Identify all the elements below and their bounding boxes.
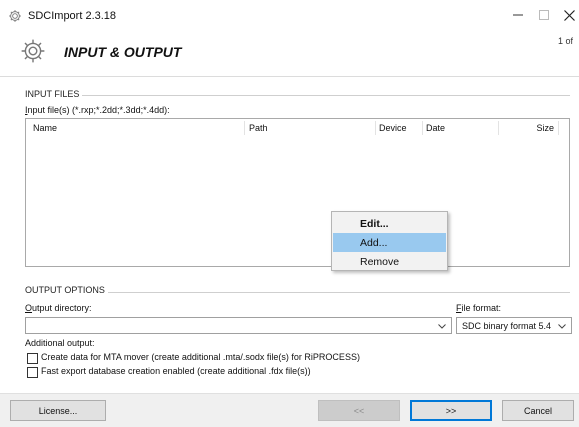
back-button[interactable]: << bbox=[318, 400, 400, 421]
chevron-down-icon bbox=[558, 324, 566, 329]
column-header-path[interactable]: Path bbox=[249, 119, 268, 137]
output-directory-combobox[interactable] bbox=[25, 317, 452, 334]
fast-export-checkbox-label[interactable]: Fast export database creation enabled (c… bbox=[41, 366, 311, 376]
column-header-device[interactable]: Device bbox=[379, 119, 407, 137]
maximize-button[interactable] bbox=[531, 4, 557, 26]
context-menu-edit[interactable]: Edit... bbox=[333, 214, 446, 233]
close-icon bbox=[563, 9, 575, 21]
page-title: INPUT & OUTPUT bbox=[64, 44, 182, 60]
file-format-select[interactable]: SDC binary format 5.4 bbox=[456, 317, 572, 334]
column-divider bbox=[422, 121, 423, 135]
next-button[interactable]: >> bbox=[410, 400, 492, 421]
input-files-field-label: Input file(s) (*.rxp;*.2dd;*.3dd;*.4dd): bbox=[25, 105, 170, 115]
column-divider bbox=[375, 121, 376, 135]
input-files-group-label: INPUT FILES bbox=[25, 89, 83, 99]
page-indicator: 1 of bbox=[558, 36, 574, 46]
output-directory-label: Output directory: bbox=[25, 303, 92, 313]
column-header-size[interactable]: Size bbox=[502, 119, 554, 137]
minimize-button[interactable] bbox=[505, 4, 531, 26]
file-format-label: File format: bbox=[456, 303, 502, 313]
maximize-icon bbox=[539, 10, 549, 20]
context-menu-add[interactable]: Add... bbox=[333, 233, 446, 252]
title-bar: SDCImport 2.3.18 bbox=[0, 0, 579, 30]
mta-mover-checkbox-label[interactable]: Create data for MTA mover (create additi… bbox=[41, 352, 360, 362]
column-header-name[interactable]: Name bbox=[33, 119, 57, 137]
file-format-value: SDC binary format 5.4 bbox=[462, 321, 552, 331]
context-menu: Edit... Add... Remove bbox=[331, 211, 448, 271]
window-title: SDCImport 2.3.18 bbox=[28, 10, 117, 22]
column-divider bbox=[558, 121, 559, 135]
group-divider bbox=[25, 95, 570, 96]
output-options-group-label: OUTPUT OPTIONS bbox=[25, 285, 108, 295]
column-header-date[interactable]: Date bbox=[426, 119, 445, 137]
gear-icon bbox=[9, 10, 21, 22]
column-divider bbox=[244, 121, 245, 135]
gear-icon bbox=[21, 39, 45, 63]
column-divider bbox=[498, 121, 499, 135]
input-files-list[interactable]: Name Path Device Date Size bbox=[25, 118, 570, 267]
close-button[interactable] bbox=[556, 4, 579, 26]
license-button[interactable]: License... bbox=[10, 400, 106, 421]
additional-output-label: Additional output: bbox=[25, 338, 95, 348]
header-divider bbox=[0, 76, 579, 77]
context-menu-remove[interactable]: Remove bbox=[333, 252, 446, 271]
fast-export-checkbox[interactable] bbox=[27, 367, 38, 378]
cancel-button[interactable]: Cancel bbox=[502, 400, 574, 421]
minimize-icon bbox=[513, 14, 523, 16]
chevron-down-icon bbox=[438, 324, 446, 329]
mta-mover-checkbox[interactable] bbox=[27, 353, 38, 364]
